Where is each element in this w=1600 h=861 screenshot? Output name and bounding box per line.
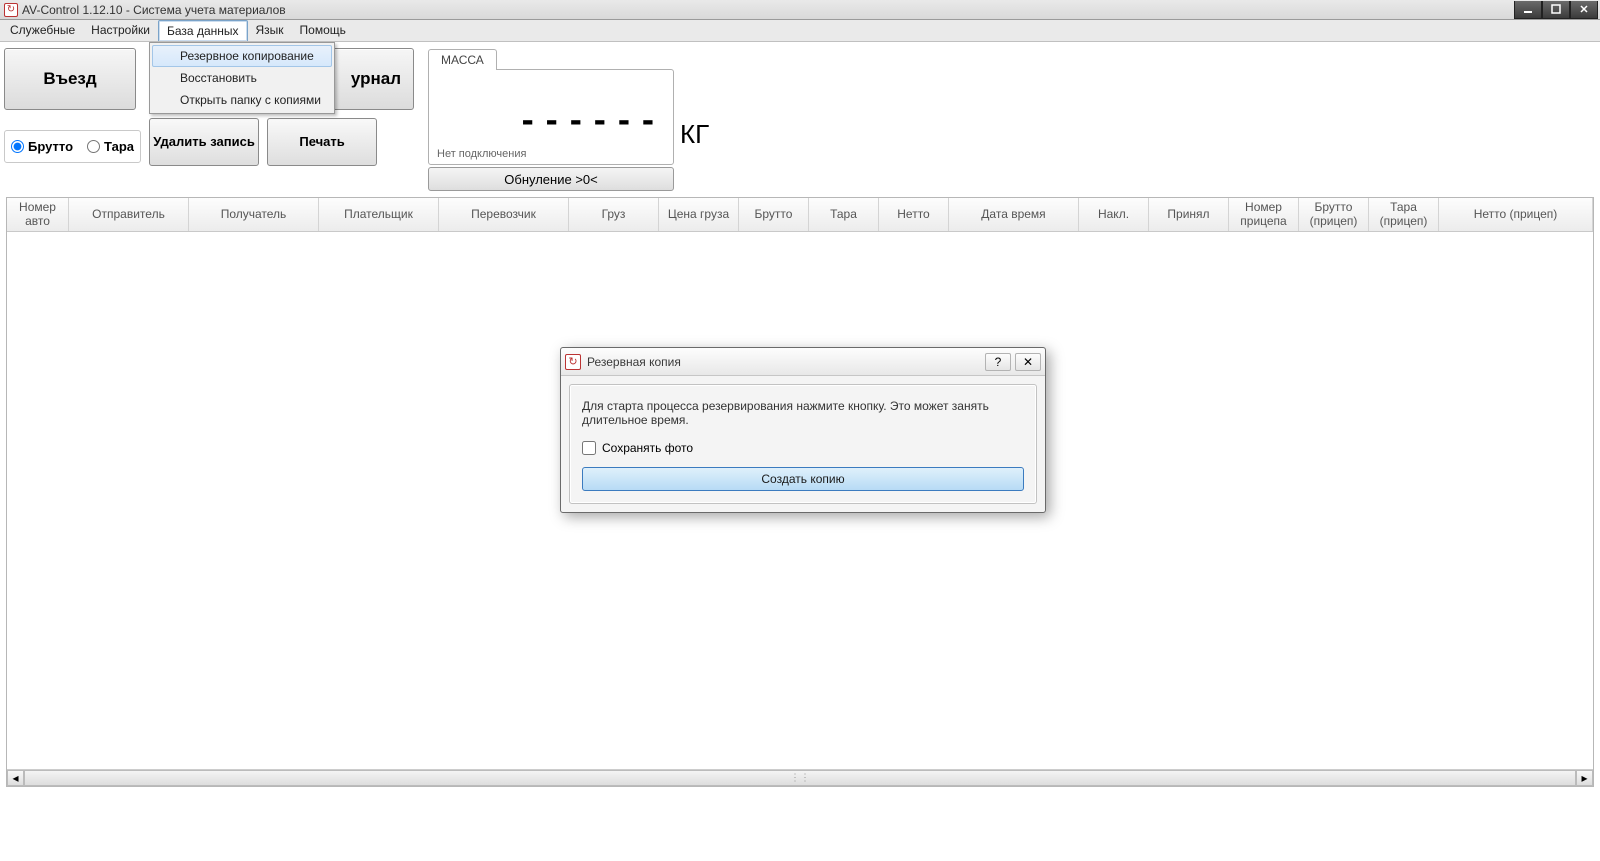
save-photo-label: Сохранять фото	[602, 441, 693, 455]
scroll-thumb[interactable]: ⋮⋮	[24, 770, 1576, 786]
col-cena[interactable]: Цена груза	[659, 198, 739, 231]
dropdown-open-folder[interactable]: Открыть папку с копиями	[152, 89, 332, 111]
col-brutto-pricep[interactable]: Брутто (прицеп)	[1299, 198, 1369, 231]
mass-digits: ------	[519, 104, 663, 139]
menu-yazyk[interactable]: Язык	[248, 20, 292, 41]
radio-tara-input[interactable]	[87, 140, 100, 153]
menu-sluzhebnye[interactable]: Служебные	[2, 20, 83, 41]
col-poluchatel[interactable]: Получатель	[189, 198, 319, 231]
col-brutto[interactable]: Брутто	[739, 198, 809, 231]
menu-nastroiki[interactable]: Настройки	[83, 20, 158, 41]
menu-dropdown: Резервное копирование Восстановить Откры…	[149, 42, 335, 114]
col-netto[interactable]: Нетто	[879, 198, 949, 231]
scroll-left-button[interactable]: ◂	[7, 770, 24, 786]
dropdown-restore[interactable]: Восстановить	[152, 67, 332, 89]
delete-record-button[interactable]: Удалить запись	[149, 118, 259, 166]
col-tara-pricep[interactable]: Тара (прицеп)	[1369, 198, 1439, 231]
dialog-titlebar[interactable]: Резервная копия ? ✕	[561, 348, 1045, 376]
radio-tara[interactable]: Тара	[87, 139, 134, 154]
mass-panel: МАССА ------ Нет подключения Обнуление >…	[428, 48, 709, 191]
col-netto-pricep[interactable]: Нетто (прицеп)	[1439, 198, 1593, 231]
col-gruz[interactable]: Груз	[569, 198, 659, 231]
zero-button[interactable]: Обнуление >0<	[428, 167, 674, 191]
print-button[interactable]: Печать	[267, 118, 377, 166]
col-nomer-avto[interactable]: Номер авто	[7, 198, 69, 231]
close-icon: ✕	[1023, 355, 1033, 369]
help-icon: ?	[995, 355, 1002, 369]
mass-display: ------ Нет подключения	[428, 69, 674, 165]
backup-dialog: Резервная копия ? ✕ Для старта процесса …	[560, 347, 1046, 513]
window-title: AV-Control 1.12.10 - Система учета матер…	[22, 3, 1514, 17]
col-nakl[interactable]: Накл.	[1079, 198, 1149, 231]
scroll-right-button[interactable]: ▸	[1576, 770, 1593, 786]
dialog-title: Резервная копия	[587, 355, 981, 369]
window-titlebar: AV-Control 1.12.10 - Система учета матер…	[0, 0, 1600, 20]
mass-status: Нет подключения	[437, 148, 526, 160]
col-platelshchik[interactable]: Плательщик	[319, 198, 439, 231]
dialog-message: Для старта процесса резервирования нажми…	[582, 399, 1024, 427]
radio-brutto-input[interactable]	[11, 140, 24, 153]
window-buttons	[1514, 1, 1598, 19]
dialog-app-icon	[565, 354, 581, 370]
save-photo-input[interactable]	[582, 441, 596, 455]
app-icon	[4, 3, 18, 17]
col-otpravitel[interactable]: Отправитель	[69, 198, 189, 231]
entry-button[interactable]: Въезд	[4, 48, 136, 110]
dialog-help-button[interactable]: ?	[985, 353, 1011, 371]
dropdown-backup[interactable]: Резервное копирование	[152, 45, 332, 67]
col-tara[interactable]: Тара	[809, 198, 879, 231]
save-photo-checkbox[interactable]: Сохранять фото	[582, 441, 1024, 455]
radio-brutto[interactable]: Брутто	[11, 139, 73, 154]
maximize-button[interactable]	[1542, 1, 1570, 19]
mass-unit: КГ	[680, 119, 709, 150]
col-data-vremya[interactable]: Дата время	[949, 198, 1079, 231]
close-button[interactable]	[1570, 1, 1598, 19]
dialog-close-button[interactable]: ✕	[1015, 353, 1041, 371]
radio-brutto-label: Брутто	[28, 139, 73, 154]
menu-baza-dannykh[interactable]: База данных	[158, 20, 247, 41]
col-perevozchik[interactable]: Перевозчик	[439, 198, 569, 231]
create-backup-button[interactable]: Создать копию	[582, 467, 1024, 491]
weight-mode-group: Брутто Тара	[4, 130, 141, 163]
dialog-body: Для старта процесса резервирования нажми…	[569, 384, 1037, 504]
col-prinyal[interactable]: Принял	[1149, 198, 1229, 231]
menu-pomoshch[interactable]: Помощь	[292, 20, 354, 41]
mass-tab[interactable]: МАССА	[428, 49, 497, 70]
col-nomer-pricepa[interactable]: Номер прицепа	[1229, 198, 1299, 231]
horizontal-scrollbar[interactable]: ◂ ⋮⋮ ▸	[7, 769, 1593, 786]
table-header: Номер авто Отправитель Получатель Плател…	[7, 198, 1593, 232]
minimize-button[interactable]	[1514, 1, 1542, 19]
menubar: Служебные Настройки База данных Язык Пом…	[0, 20, 1600, 42]
radio-tara-label: Тара	[104, 139, 134, 154]
